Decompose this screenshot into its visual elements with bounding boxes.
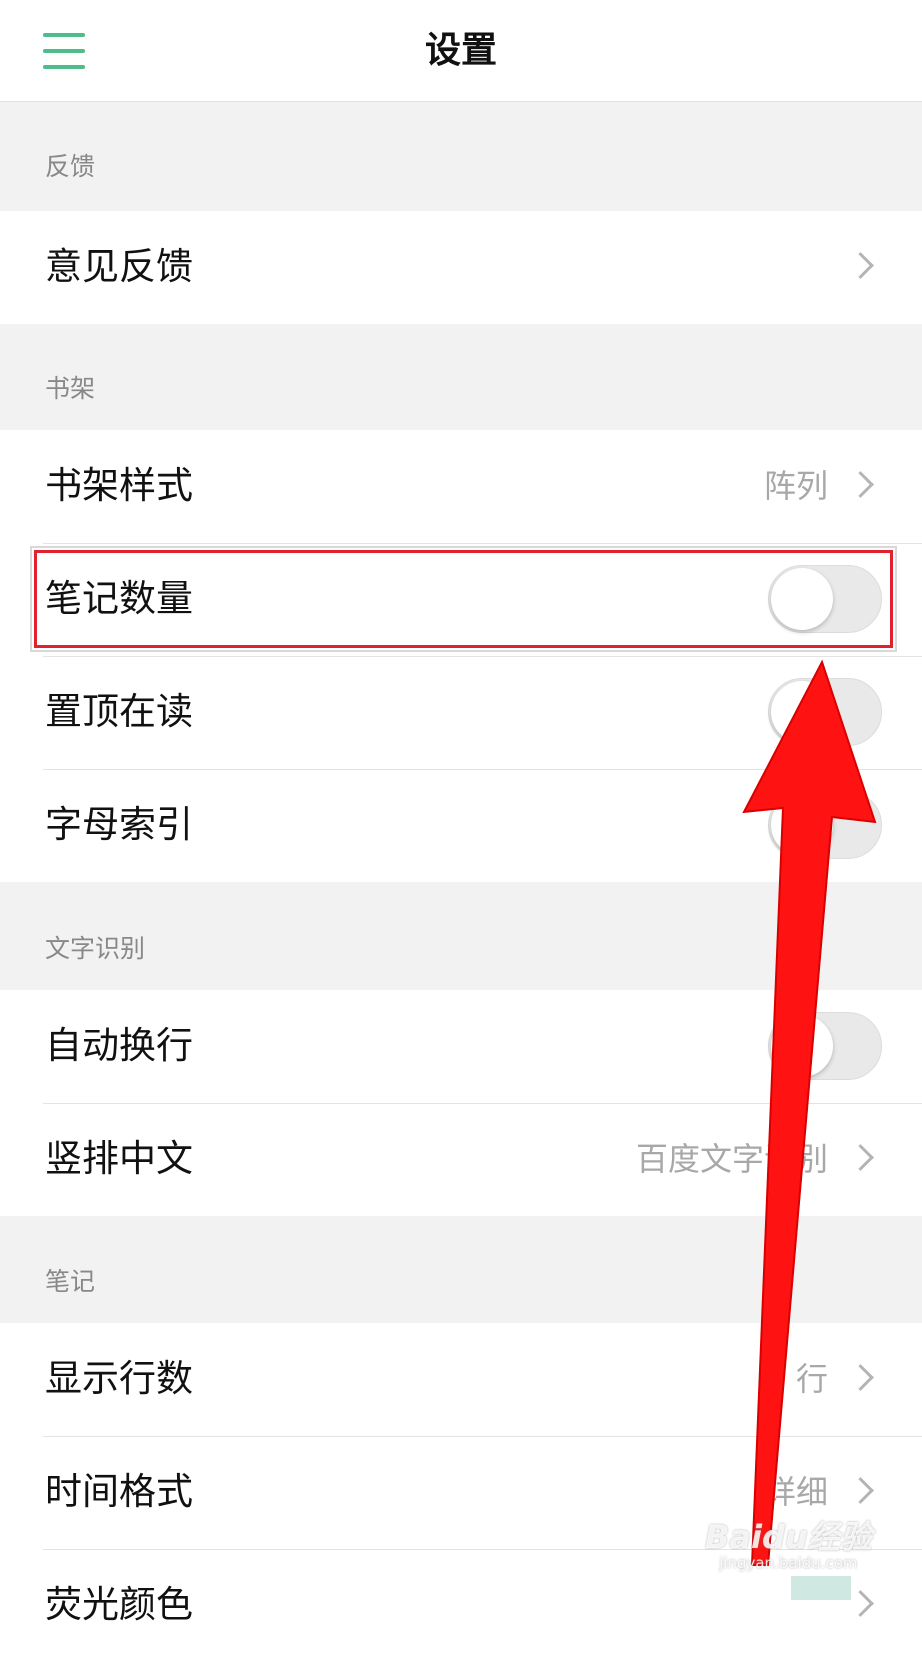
header-bar: 设置 xyxy=(0,0,922,102)
row-label: 置顶在读 xyxy=(45,690,193,733)
group-feedback: 意见反馈 xyxy=(0,211,922,324)
row-label: 荧光颜色 xyxy=(45,1583,193,1626)
chevron-right-icon xyxy=(847,1364,874,1391)
group-notes: 显示行数 3 行 时间格式 详细 荧光颜色 xyxy=(0,1323,922,1662)
row-label: 意见反馈 xyxy=(45,245,193,288)
section-label-bookshelf: 书架 xyxy=(45,374,96,403)
toggle-knob xyxy=(771,681,833,743)
row-label: 自动换行 xyxy=(45,1024,193,1067)
row-display-lines[interactable]: 显示行数 3 行 xyxy=(0,1323,922,1436)
toggle-knob xyxy=(771,1015,833,1077)
group-bookshelf: 书架样式 阵列 笔记数量 置顶在读 字母索引 xyxy=(0,430,922,882)
chevron-right-icon xyxy=(847,471,874,498)
row-label: 竖排中文 xyxy=(45,1137,193,1180)
chevron-right-icon xyxy=(847,1477,874,1504)
page-title: 设置 xyxy=(424,30,497,71)
row-value: 3 行 xyxy=(765,1360,828,1398)
toggle-knob xyxy=(771,568,833,630)
row-value: 百度文字识别 xyxy=(635,1140,828,1178)
pin-reading-toggle[interactable] xyxy=(768,678,882,746)
section-label-ocr: 文字识别 xyxy=(45,934,146,963)
group-ocr: 自动换行 竖排中文 百度文字识别 xyxy=(0,990,922,1216)
toggle-knob xyxy=(771,794,833,856)
auto-wrap-toggle[interactable] xyxy=(768,1012,882,1080)
row-letter-index: 字母索引 xyxy=(0,769,922,882)
section-label-notes: 笔记 xyxy=(45,1267,96,1296)
row-value: 阵列 xyxy=(763,467,828,505)
color-swatch xyxy=(791,1576,851,1600)
row-value: 详细 xyxy=(763,1473,828,1511)
note-count-toggle[interactable] xyxy=(768,565,882,633)
row-auto-wrap: 自动换行 xyxy=(0,990,922,1103)
row-bookshelf-style[interactable]: 书架样式 阵列 xyxy=(0,430,922,543)
baidu-watermark: Baidu经验 jingyan.baidu.com xyxy=(705,1518,872,1572)
chevron-right-icon xyxy=(847,1144,874,1171)
chevron-right-icon xyxy=(847,1590,874,1617)
row-label: 笔记数量 xyxy=(45,577,193,620)
letter-index-toggle[interactable] xyxy=(768,791,882,859)
chevron-right-icon xyxy=(847,252,874,279)
row-vertical-chinese[interactable]: 竖排中文 百度文字识别 xyxy=(0,1103,922,1216)
row-label: 书架样式 xyxy=(45,464,193,507)
row-label: 显示行数 xyxy=(45,1357,193,1400)
section-label-feedback: 反馈 xyxy=(45,152,96,181)
row-label: 时间格式 xyxy=(45,1470,193,1513)
row-note-count: 笔记数量 xyxy=(0,543,922,656)
row-label: 字母索引 xyxy=(45,803,193,846)
row-pin-reading: 置顶在读 xyxy=(0,656,922,769)
row-feedback[interactable]: 意见反馈 xyxy=(0,211,922,324)
